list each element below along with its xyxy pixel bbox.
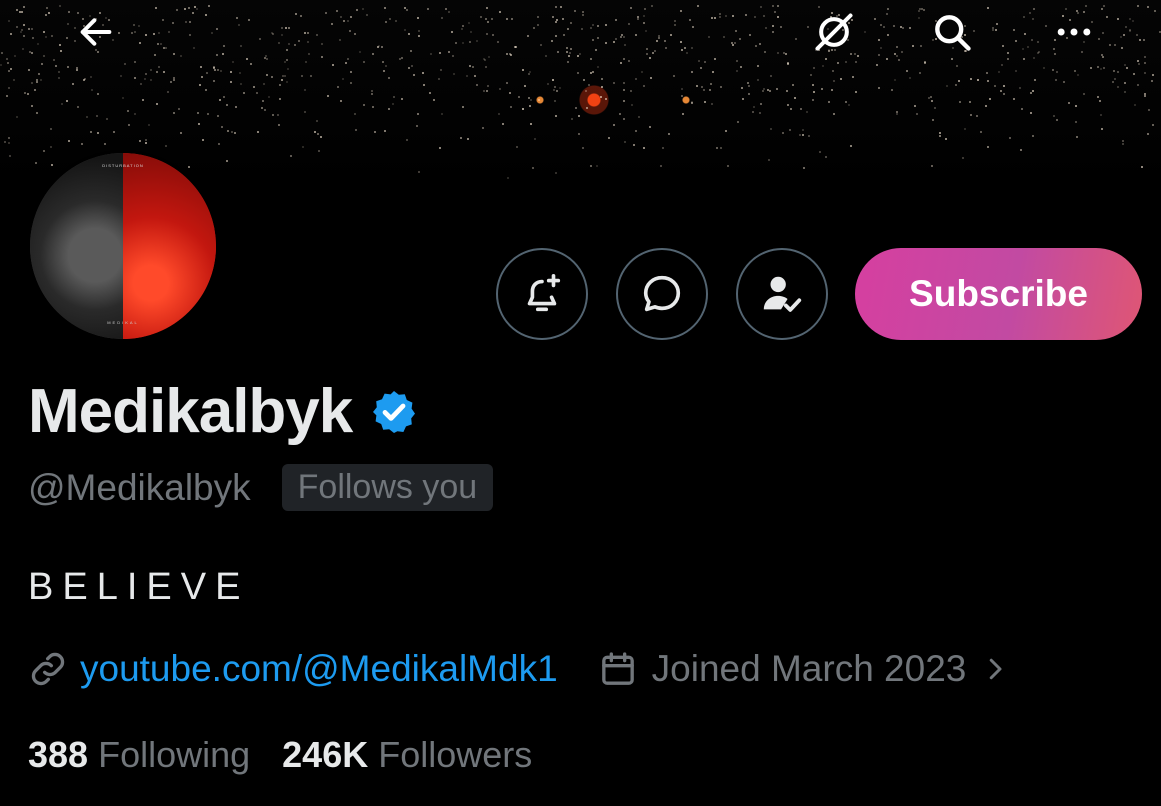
- followers-stat[interactable]: 246K Followers: [282, 734, 532, 776]
- more-button[interactable]: [1052, 10, 1096, 54]
- message-button[interactable]: [616, 248, 708, 340]
- follows-you-badge: Follows you: [281, 464, 494, 511]
- following-stat[interactable]: 388 Following: [28, 734, 250, 776]
- chevron-right-icon[interactable]: [980, 654, 1010, 684]
- following-count: 388: [28, 734, 89, 775]
- followers-count: 246K: [282, 734, 369, 775]
- avatar-art-artist: MEDIKAL: [107, 320, 139, 325]
- following-label: Following: [98, 734, 251, 775]
- following-button[interactable]: [736, 248, 828, 340]
- subscribe-button[interactable]: Subscribe: [855, 248, 1142, 340]
- calendar-icon: [601, 652, 634, 685]
- avatar-art-portrait: [30, 153, 123, 339]
- profile-meta: youtube.com/@MedikalMdk1 Joined March 20…: [28, 648, 1010, 690]
- back-button[interactable]: [74, 10, 118, 54]
- search-icon: [935, 15, 971, 51]
- arrow-left-icon: [80, 18, 112, 46]
- handle: @Medikalbyk: [28, 466, 251, 508]
- verified-badge-icon[interactable]: [370, 388, 418, 436]
- avatar-art-title: DISTURBATION: [102, 163, 144, 168]
- followers-label: Followers: [378, 734, 533, 775]
- website-link[interactable]: youtube.com/@MedikalMdk1: [80, 648, 558, 690]
- avatar[interactable]: DISTURBATION MEDIKAL: [27, 150, 219, 342]
- bell-plus-icon: [527, 273, 561, 312]
- grok-icon: [815, 13, 853, 51]
- bio: BELIEVE: [28, 566, 250, 608]
- notifications-button[interactable]: [496, 248, 588, 340]
- avatar-art-red: [123, 153, 216, 339]
- follow-stats: 388 Following 246K Followers: [28, 734, 532, 776]
- user-check-icon: [763, 276, 802, 312]
- more-horizontal-icon: [1057, 28, 1091, 36]
- link-icon: [31, 652, 65, 686]
- display-name: Medikalbyk: [28, 377, 353, 446]
- search-button[interactable]: [930, 10, 974, 54]
- joined-date: Joined March 2023: [651, 648, 967, 689]
- name-row: Medikalbyk: [28, 376, 418, 447]
- handle-row: @Medikalbyk Follows you: [28, 464, 494, 511]
- grok-button[interactable]: [812, 10, 856, 54]
- message-icon: [643, 275, 681, 312]
